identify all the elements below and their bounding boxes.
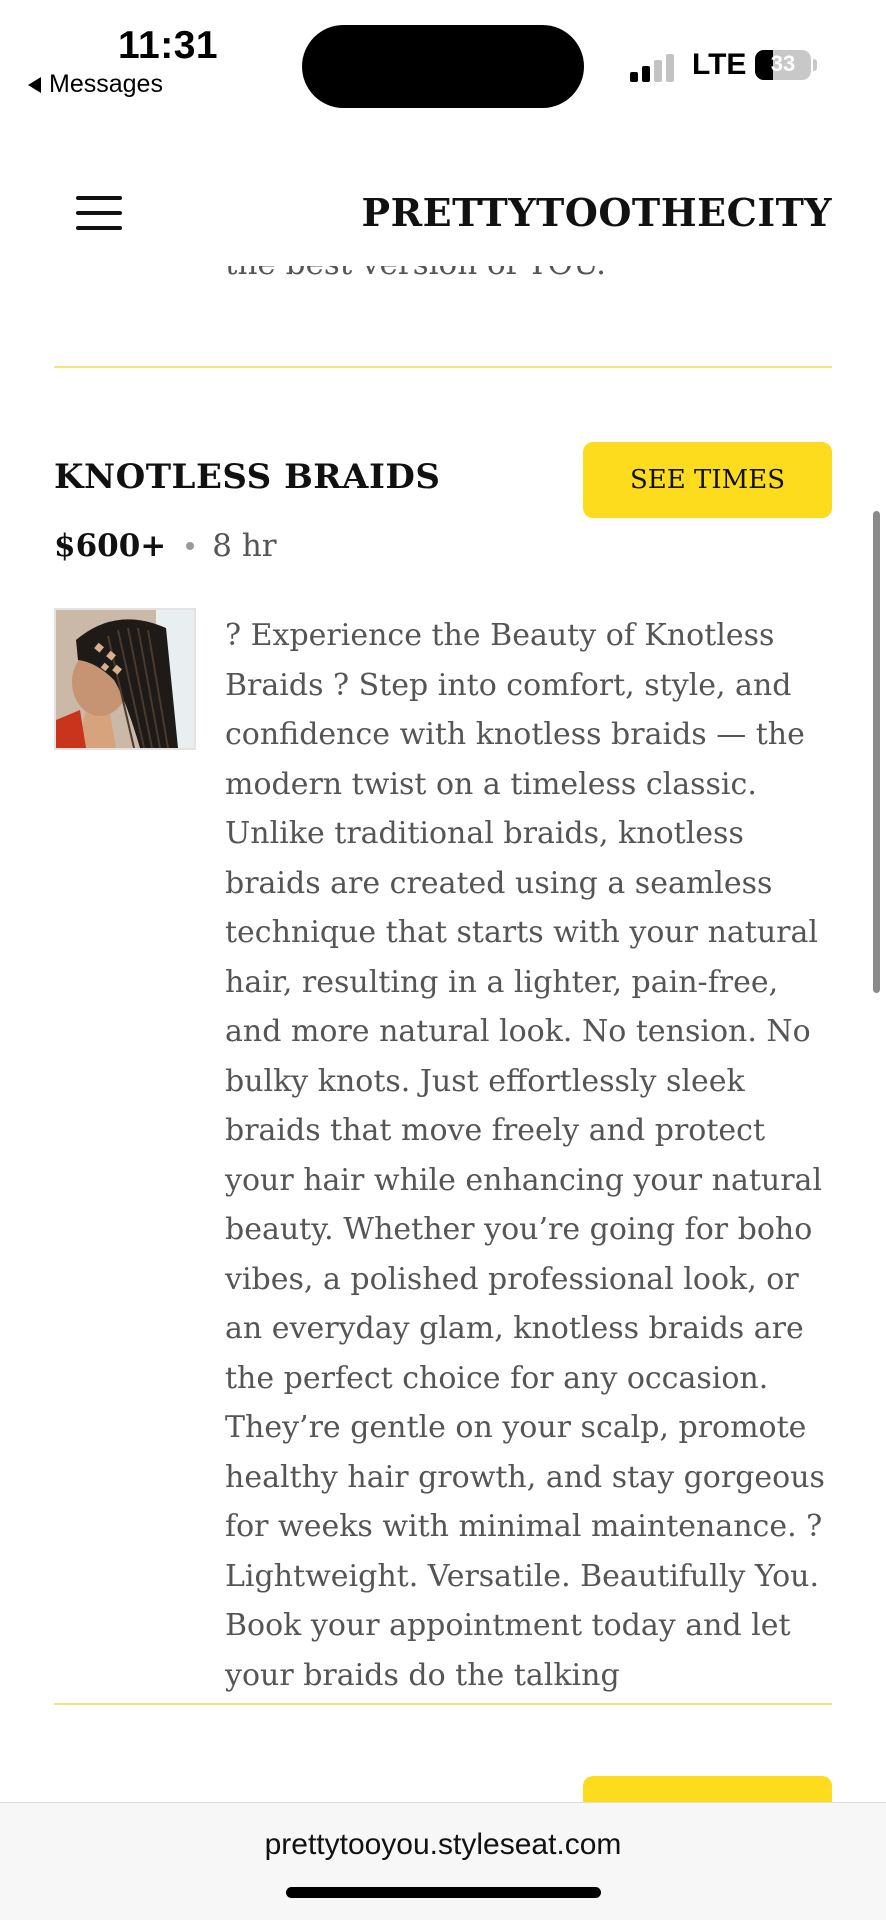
service-duration: 8 hr [212,528,277,564]
address-bar-url[interactable]: prettytooyou.styleseat.com [0,1828,886,1862]
section-divider [54,366,832,368]
previous-section-partial: the best version of YOU. [225,266,625,282]
service-description: ? Experience the Beauty of Knotless Brai… [225,618,825,1693]
home-indicator[interactable] [286,1887,601,1898]
dynamic-island [302,25,584,108]
back-label: Messages [49,70,163,98]
price-duration-row: $600+ 8 hr [54,528,277,564]
service-title: KNOTLESS BRAIDS [54,457,441,497]
network-type: LTE [692,48,747,81]
scrollbar[interactable] [873,511,880,993]
hamburger-menu-icon [76,196,122,200]
previous-section-text: the best version of YOU. [225,266,625,304]
back-to-messages[interactable]: Messages [28,70,163,99]
separator-dot [186,542,195,550]
hamburger-menu-line [76,211,122,215]
section-divider [54,1703,832,1705]
hamburger-menu-line [76,226,122,230]
service-price: $600+ [54,528,167,564]
cellular-signal-icon [630,52,674,82]
menu-button[interactable] [72,196,126,232]
battery-nub [813,59,817,71]
battery-level: 33 [770,51,796,76]
battery-icon: 33 [755,50,811,80]
back-arrow-icon [28,76,41,93]
service-photo[interactable] [54,608,196,750]
status-time: 11:31 [118,24,219,67]
braids-photo-image [56,610,194,748]
brand-title[interactable]: PRETTYTOOTHECITY [362,190,833,235]
see-times-button[interactable]: SEE TIMES [583,442,832,518]
